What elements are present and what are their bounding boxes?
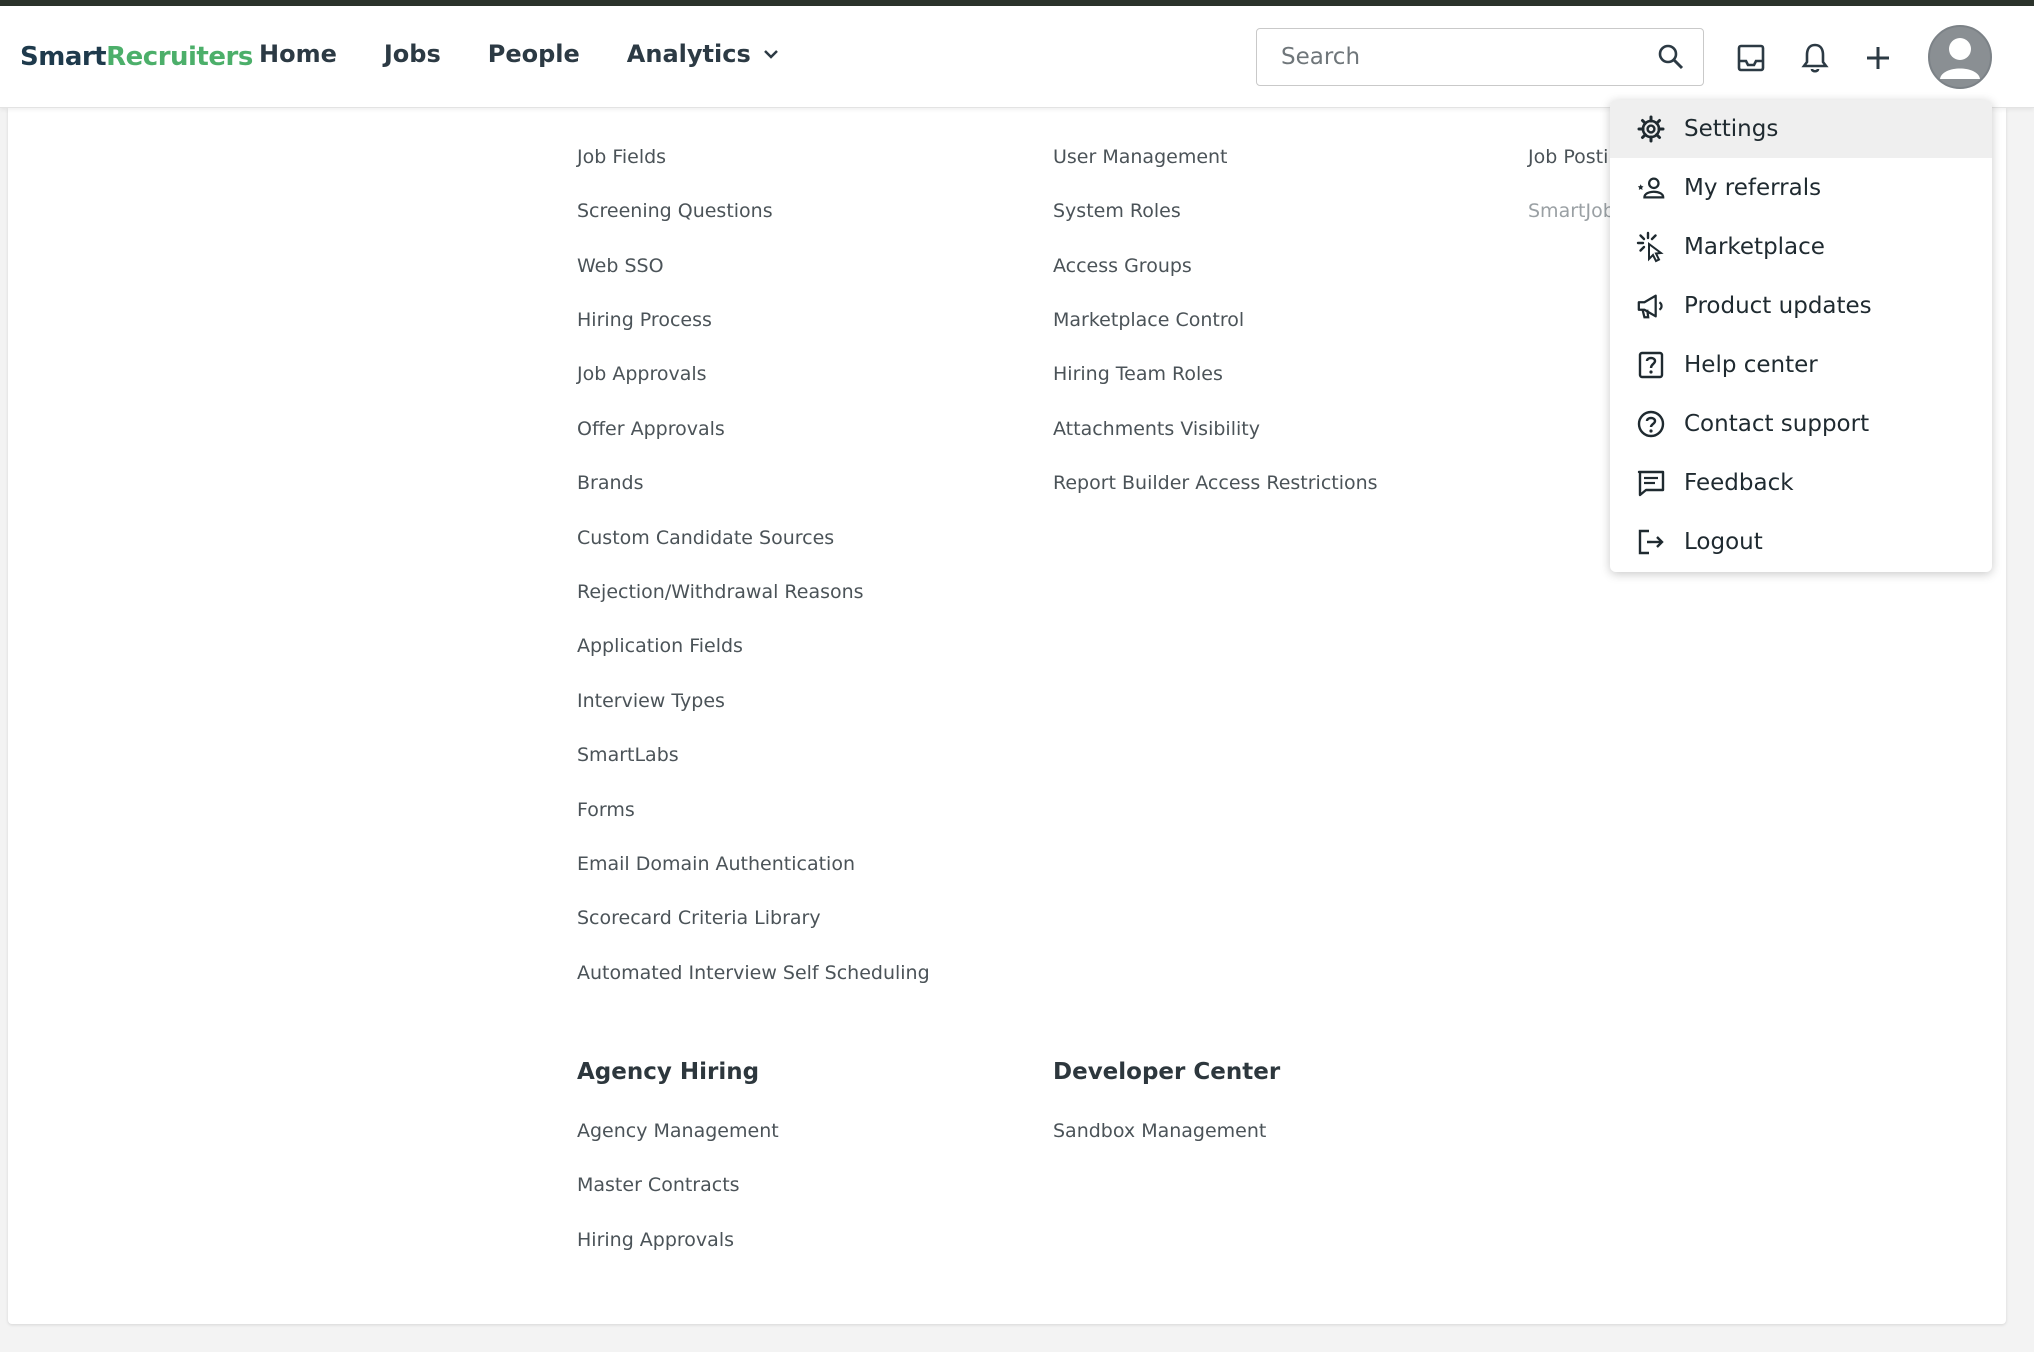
link-interview-types[interactable]: Interview Types xyxy=(577,690,725,712)
link-attachments-visibility[interactable]: Attachments Visibility xyxy=(1053,418,1260,440)
link-sandbox-management[interactable]: Sandbox Management xyxy=(1053,1120,1266,1142)
link-marketplace-control[interactable]: Marketplace Control xyxy=(1053,309,1244,331)
menu-item-feedback[interactable]: Feedback xyxy=(1610,454,1992,512)
link-forms[interactable]: Forms xyxy=(577,799,635,821)
link-user-management[interactable]: User Management xyxy=(1053,146,1228,168)
search-input[interactable] xyxy=(1257,29,1637,85)
logout-icon xyxy=(1636,527,1666,557)
link-application-fields[interactable]: Application Fields xyxy=(577,635,743,657)
referral-icon xyxy=(1636,173,1666,203)
bell-icon[interactable] xyxy=(1797,40,1833,76)
menu-item-help-center[interactable]: Help center xyxy=(1610,336,1992,394)
help-icon xyxy=(1636,350,1666,380)
menu-label-my-referrals: My referrals xyxy=(1684,175,1822,201)
nav-home[interactable]: Home xyxy=(259,40,337,68)
search-icon[interactable] xyxy=(1657,43,1685,75)
menu-item-product-updates[interactable]: Product updates xyxy=(1610,277,1992,335)
link-scorecard-criteria-library[interactable]: Scorecard Criteria Library xyxy=(577,907,821,929)
link-brands[interactable]: Brands xyxy=(577,472,644,494)
link-smartlabs[interactable]: SmartLabs xyxy=(577,744,679,766)
plus-icon[interactable] xyxy=(1860,40,1896,76)
top-header: SmartRecruiters Home Jobs People Analyti… xyxy=(0,6,2034,108)
main-nav: Home Jobs People Analytics xyxy=(259,40,826,68)
link-access-groups[interactable]: Access Groups xyxy=(1053,255,1192,277)
megaphone-icon xyxy=(1636,291,1666,321)
link-agency-management[interactable]: Agency Management xyxy=(577,1120,779,1142)
link-automated-interview-self-scheduling[interactable]: Automated Interview Self Scheduling xyxy=(577,962,930,984)
menu-item-settings[interactable]: Settings xyxy=(1610,100,1992,158)
link-hiring-approvals[interactable]: Hiring Approvals xyxy=(577,1229,734,1251)
link-job-postings[interactable]: Job Postir xyxy=(1528,146,1616,168)
user-menu-dropdown: Settings My referrals Marketplace Produc… xyxy=(1610,100,1992,572)
inbox-icon[interactable] xyxy=(1733,40,1769,76)
link-master-contracts[interactable]: Master Contracts xyxy=(577,1174,740,1196)
link-custom-candidate-sources[interactable]: Custom Candidate Sources xyxy=(577,527,834,549)
menu-item-logout[interactable]: Logout xyxy=(1610,513,1992,571)
smartrecruiters-logo[interactable]: SmartRecruiters xyxy=(20,42,253,72)
menu-label-feedback: Feedback xyxy=(1684,470,1794,496)
link-smartjob[interactable]: SmartJob xyxy=(1528,200,1615,222)
support-icon xyxy=(1636,409,1666,439)
nav-people[interactable]: People xyxy=(488,40,580,68)
chevron-down-icon xyxy=(763,49,779,59)
link-hiring-team-roles[interactable]: Hiring Team Roles xyxy=(1053,363,1223,385)
link-system-roles[interactable]: System Roles xyxy=(1053,200,1181,222)
menu-item-my-referrals[interactable]: My referrals xyxy=(1610,159,1992,217)
logo-part2: Recruiters xyxy=(106,42,253,72)
link-web-sso[interactable]: Web SSO xyxy=(577,255,664,277)
menu-label-contact-support: Contact support xyxy=(1684,411,1870,437)
feedback-icon xyxy=(1636,468,1666,498)
menu-label-settings: Settings xyxy=(1684,116,1779,142)
menu-item-contact-support[interactable]: Contact support xyxy=(1610,395,1992,453)
menu-item-marketplace[interactable]: Marketplace xyxy=(1610,218,1992,276)
menu-label-logout: Logout xyxy=(1684,529,1763,555)
link-offer-approvals[interactable]: Offer Approvals xyxy=(577,418,725,440)
section-title-developer-center: Developer Center xyxy=(1053,1059,1281,1085)
nav-analytics[interactable]: Analytics xyxy=(627,40,779,68)
section-title-agency-hiring: Agency Hiring xyxy=(577,1059,760,1085)
menu-label-marketplace: Marketplace xyxy=(1684,234,1825,260)
menu-label-product-updates: Product updates xyxy=(1684,293,1872,319)
avatar[interactable] xyxy=(1928,25,1992,89)
search-box xyxy=(1256,28,1704,86)
link-email-domain-authentication[interactable]: Email Domain Authentication xyxy=(577,853,855,875)
gear-icon xyxy=(1636,114,1666,144)
logo-part1: Smart xyxy=(20,42,107,72)
nav-analytics-label: Analytics xyxy=(626,40,751,68)
link-rejection-withdrawal-reasons[interactable]: Rejection/Withdrawal Reasons xyxy=(577,581,864,603)
nav-jobs[interactable]: Jobs xyxy=(384,40,441,68)
link-job-approvals[interactable]: Job Approvals xyxy=(577,363,707,385)
menu-label-help-center: Help center xyxy=(1684,352,1818,378)
link-job-fields[interactable]: Job Fields xyxy=(577,146,666,168)
link-hiring-process[interactable]: Hiring Process xyxy=(577,309,712,331)
link-screening-questions[interactable]: Screening Questions xyxy=(577,200,773,222)
link-report-builder-access-restrictions[interactable]: Report Builder Access Restrictions xyxy=(1053,472,1378,494)
marketplace-icon xyxy=(1636,231,1666,263)
